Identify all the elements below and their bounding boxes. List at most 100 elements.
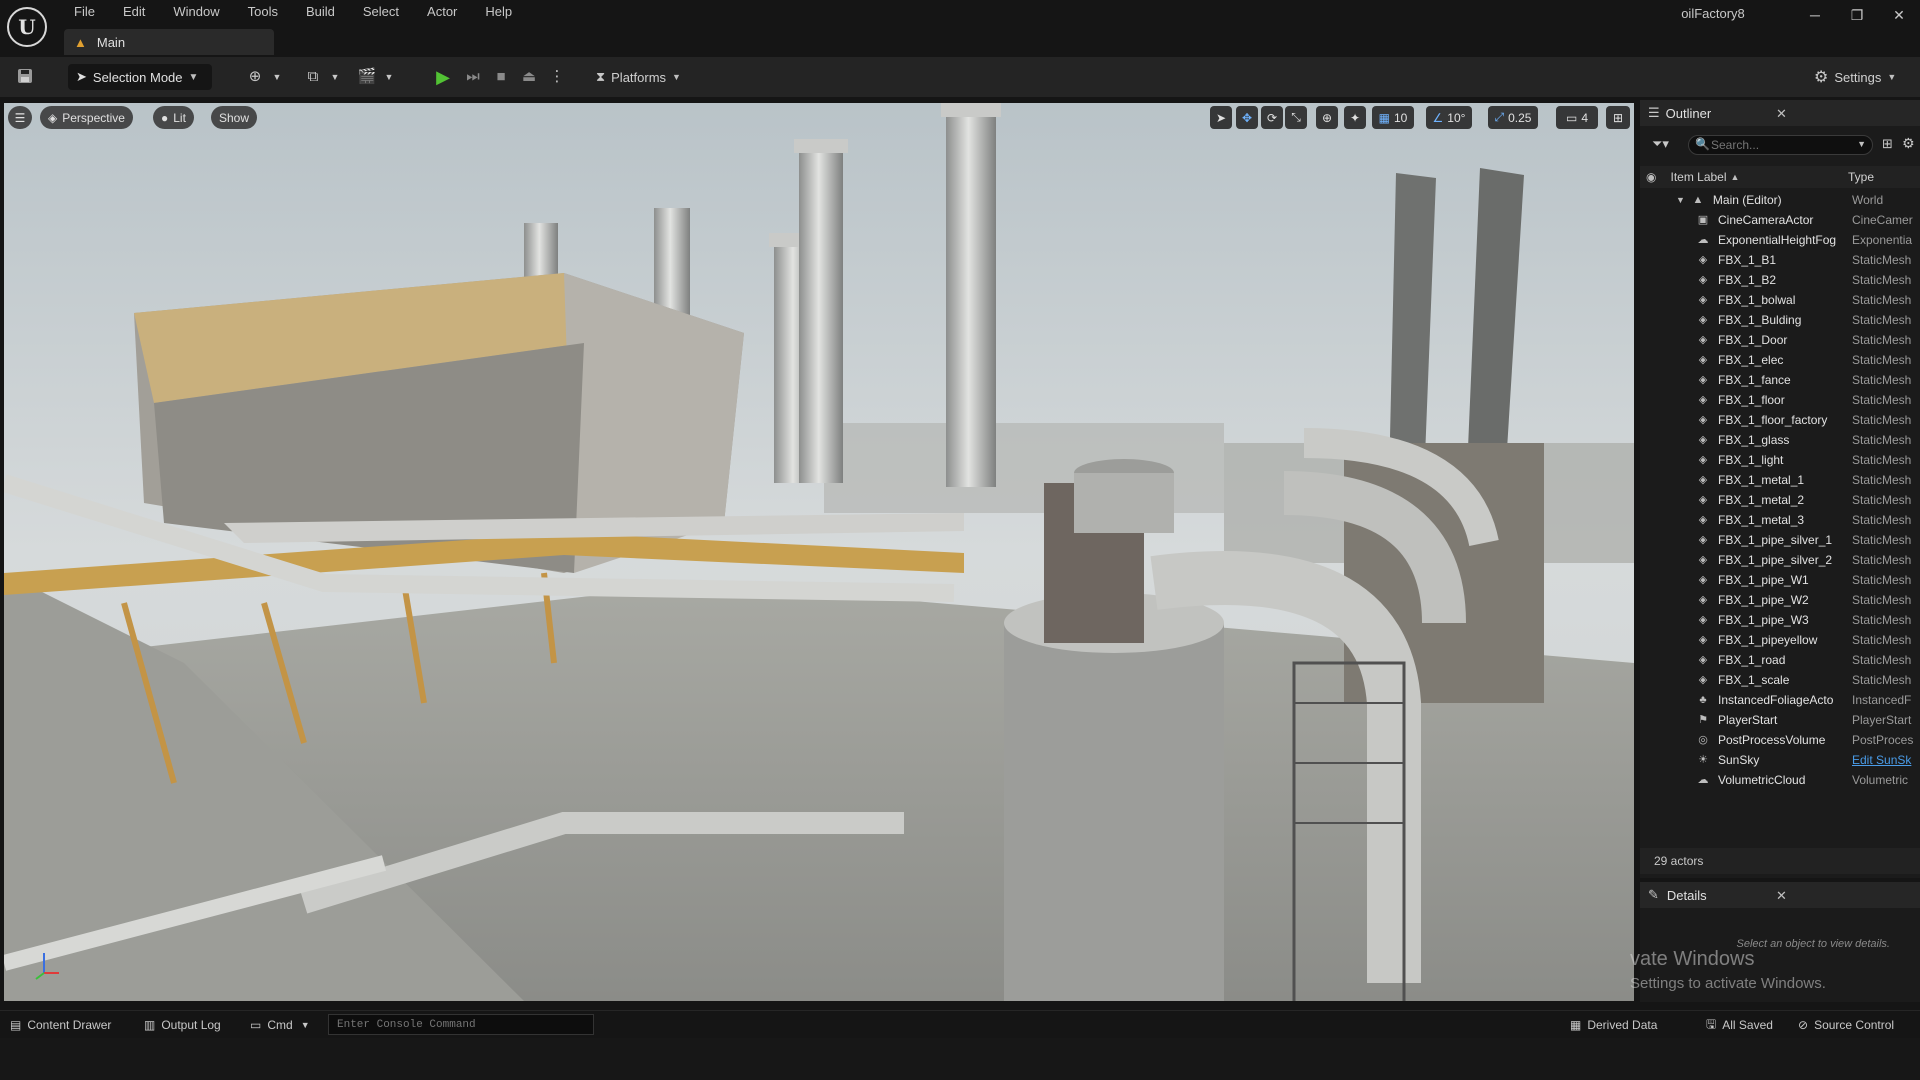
save-icon[interactable] <box>14 67 36 87</box>
restore-button[interactable]: ❐ <box>1842 6 1872 24</box>
chevron-down-icon[interactable]: ▼ <box>1857 139 1866 149</box>
outliner-row[interactable]: ◈ FBX_1_Bulding StaticMesh <box>1640 310 1920 330</box>
menu-build[interactable]: Build <box>292 4 349 20</box>
outliner-item-name: FBX_1_Door <box>1718 333 1788 347</box>
outliner-row[interactable]: ◈ FBX_1_floor_factory StaticMesh <box>1640 410 1920 430</box>
chevron-down-icon[interactable]: ▼ <box>378 67 400 87</box>
outliner-row[interactable]: ◈ FBX_1_pipe_W3 StaticMesh <box>1640 610 1920 630</box>
menu-actor[interactable]: Actor <box>413 4 471 20</box>
select-tool-icon[interactable]: ➤ <box>1210 106 1232 129</box>
output-log-button[interactable]: ▥ Output Log <box>144 1017 221 1033</box>
outliner-row[interactable]: ◈ FBX_1_light StaticMesh <box>1640 450 1920 470</box>
outliner-row[interactable]: ◈ FBX_1_metal_1 StaticMesh <box>1640 470 1920 490</box>
mesh-icon: ◈ <box>1698 294 1708 306</box>
rotation-snap-button[interactable]: ∠ 10° <box>1426 106 1472 129</box>
outliner-row[interactable]: ◈ FBX_1_B1 StaticMesh <box>1640 250 1920 270</box>
outliner-tree: ▼ ▲ Main (Editor) World ▣ CineCameraActor… <box>1640 190 1920 790</box>
outliner-row[interactable]: ◈ FBX_1_pipeyellow StaticMesh <box>1640 630 1920 650</box>
scale-snap-value: 0.25 <box>1508 110 1532 125</box>
outliner-row[interactable]: ◈ FBX_1_pipe_silver_1 StaticMesh <box>1640 530 1920 550</box>
col-type[interactable]: Type <box>1848 170 1874 184</box>
menu-window[interactable]: Window <box>159 4 233 20</box>
tree-root-row[interactable]: ▼ ▲ Main (Editor) World <box>1640 190 1920 210</box>
rotate-tool-icon[interactable]: ⟳ <box>1261 106 1283 129</box>
outliner-row[interactable]: ▣ CineCameraActor CineCamer <box>1640 210 1920 230</box>
col-item-label[interactable]: Item Label <box>1670 170 1726 184</box>
outliner-row[interactable]: ◈ FBX_1_Door StaticMesh <box>1640 330 1920 350</box>
eject-icon[interactable]: ⏏ <box>518 67 540 87</box>
menu-edit[interactable]: Edit <box>109 4 159 20</box>
step-icon[interactable]: ⏭ <box>462 67 484 87</box>
outliner-row[interactable]: ◈ FBX_1_fance StaticMesh <box>1640 370 1920 390</box>
add-actor-icon[interactable]: ⊕ <box>244 67 266 87</box>
scale-tool-icon[interactable]: ⤡ <box>1285 106 1307 129</box>
tab-main-level[interactable]: ▲ Main <box>64 29 274 55</box>
camera-speed-button[interactable]: ▭ 4 <box>1556 106 1598 129</box>
outliner-row[interactable]: ◈ FBX_1_road StaticMesh <box>1640 650 1920 670</box>
level-viewport[interactable] <box>4 103 1634 1001</box>
chevron-down-icon[interactable]: ▼ <box>266 67 288 87</box>
outliner-row[interactable]: ◈ FBX_1_bolwal StaticMesh <box>1640 290 1920 310</box>
platforms-dropdown[interactable]: ⧗ Platforms ▼ <box>596 64 681 90</box>
translate-tool-icon[interactable]: ✥ <box>1236 106 1258 129</box>
outliner-row[interactable]: ◈ FBX_1_pipe_W1 StaticMesh <box>1640 570 1920 590</box>
visibility-eye-icon[interactable]: ◉ <box>1646 170 1656 184</box>
outliner-row[interactable]: ◈ FBX_1_glass StaticMesh <box>1640 430 1920 450</box>
outliner-row[interactable]: ◈ FBX_1_pipe_silver_2 StaticMesh <box>1640 550 1920 570</box>
outliner-search-input[interactable] <box>1711 136 1861 154</box>
outliner-row[interactable]: ☀ SunSky Edit SunSk <box>1640 750 1920 770</box>
unreal-logo-icon[interactable]: U <box>7 7 47 47</box>
source-control-button[interactable]: ⊘ Source Control <box>1798 1017 1894 1033</box>
show-button[interactable]: Show <box>211 106 258 129</box>
menu-help[interactable]: Help <box>471 4 526 20</box>
outliner-row[interactable]: ☁ ExponentialHeightFog Exponentia <box>1640 230 1920 250</box>
outliner-row[interactable]: ◎ PostProcessVolume PostProces <box>1640 730 1920 750</box>
outliner-row[interactable]: ◈ FBX_1_floor StaticMesh <box>1640 390 1920 410</box>
viewport-layout-icon[interactable]: ⊞ <box>1606 106 1630 129</box>
settings-dropdown[interactable]: ⚙ Settings ▼ <box>1814 64 1896 90</box>
filter-icon[interactable]: ⏷▾ <box>1652 136 1669 152</box>
menu-file[interactable]: File <box>60 4 109 20</box>
console-command-input[interactable] <box>328 1014 594 1035</box>
edit-sunsky-link[interactable]: Edit SunSk <box>1852 753 1920 767</box>
outliner-row[interactable]: ◈ FBX_1_B2 StaticMesh <box>1640 270 1920 290</box>
stop-icon[interactable]: ■ <box>490 67 512 87</box>
more-options-icon[interactable]: ⋮ <box>546 67 568 87</box>
perspective-button[interactable]: ◈ Perspective <box>40 106 133 129</box>
outliner-item-name: FBX_1_metal_1 <box>1718 473 1805 487</box>
close-window-button[interactable]: ✕ <box>1884 6 1914 24</box>
outliner-row[interactable]: ◈ FBX_1_scale StaticMesh <box>1640 670 1920 690</box>
outliner-row[interactable]: ◈ FBX_1_metal_2 StaticMesh <box>1640 490 1920 510</box>
close-icon[interactable]: ✕ <box>1776 106 1787 122</box>
surface-snap-icon[interactable]: ✦ <box>1344 106 1366 129</box>
world-space-icon[interactable]: ⊕ <box>1316 106 1338 129</box>
outliner-row[interactable]: ◈ FBX_1_pipe_W2 StaticMesh <box>1640 590 1920 610</box>
mesh-icon: ◈ <box>1698 474 1708 486</box>
minimize-button[interactable]: ─ <box>1800 6 1830 24</box>
blueprint-icon[interactable]: ⧉ <box>302 67 324 87</box>
content-drawer-button[interactable]: ▤ Content Drawer <box>10 1017 111 1033</box>
menu-select[interactable]: Select <box>349 4 413 20</box>
cmd-dropdown[interactable]: ▭ Cmd ▼ <box>250 1017 310 1033</box>
cinematics-icon[interactable]: 🎬 <box>356 67 378 87</box>
selection-mode-dropdown[interactable]: ➤ Selection Mode ▼ <box>68 64 212 90</box>
add-folder-icon[interactable]: ⊞ <box>1882 136 1893 152</box>
grid-snap-button[interactable]: ▦ 10 <box>1372 106 1414 129</box>
menu-tools[interactable]: Tools <box>234 4 292 20</box>
outliner-row[interactable]: ◈ FBX_1_elec StaticMesh <box>1640 350 1920 370</box>
lit-button[interactable]: ● Lit <box>153 106 194 129</box>
outliner-row[interactable]: ♣ InstancedFoliageActo InstancedF <box>1640 690 1920 710</box>
close-icon[interactable]: ✕ <box>1776 888 1787 904</box>
scale-snap-button[interactable]: ⤢ 0.25 <box>1488 106 1538 129</box>
all-saved-button[interactable]: 🖫 All Saved <box>1706 1017 1773 1033</box>
outliner-row[interactable]: ◈ FBX_1_metal_3 StaticMesh <box>1640 510 1920 530</box>
derived-data-button[interactable]: ▦ Derived Data <box>1570 1017 1657 1033</box>
gear-icon[interactable]: ⚙ <box>1902 135 1915 152</box>
outliner-search-box[interactable]: 🔍 ▼ <box>1688 135 1873 155</box>
outliner-row[interactable]: ⚑ PlayerStart PlayerStart <box>1640 710 1920 730</box>
play-icon[interactable]: ▶ <box>432 67 454 87</box>
chevron-down-icon[interactable]: ▼ <box>324 67 346 87</box>
expand-arrow-icon[interactable]: ▼ <box>1676 195 1685 205</box>
outliner-row[interactable]: ☁ VolumetricCloud Volumetric <box>1640 770 1920 790</box>
viewport-menu-button[interactable]: ☰ <box>8 106 32 129</box>
